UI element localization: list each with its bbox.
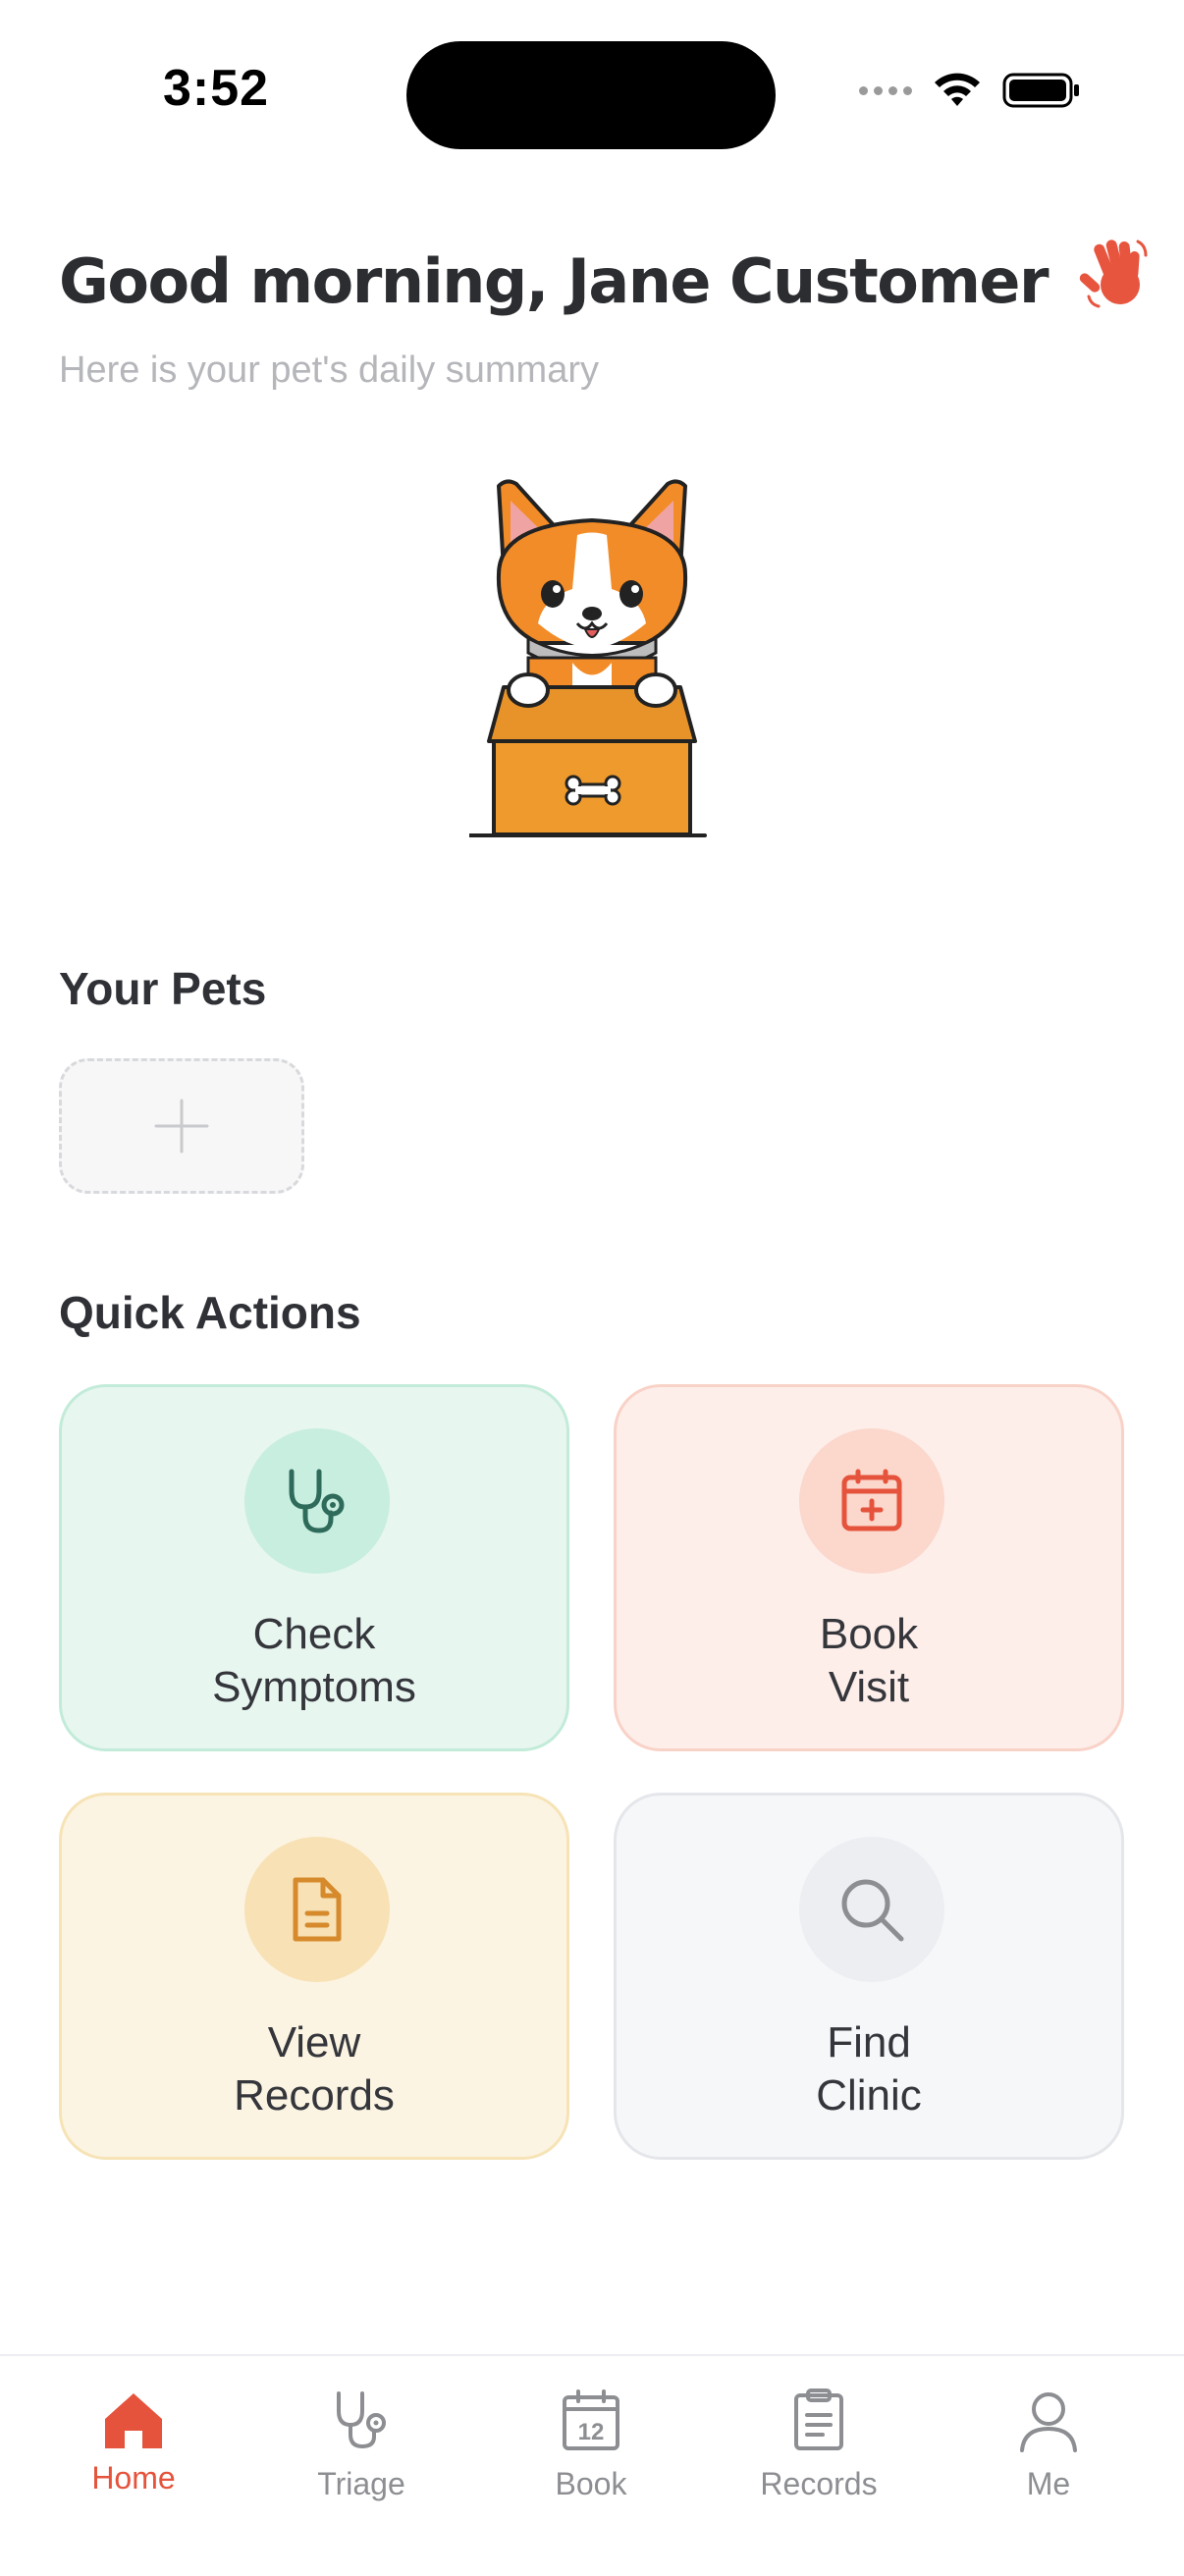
calendar-icon: 12: [563, 2389, 619, 2450]
check-symptoms-card[interactable]: Check Symptoms: [59, 1384, 569, 1751]
stethoscope-icon: [289, 1469, 345, 1533]
status-icons: [859, 71, 1081, 110]
book-visit-icon-circle: [799, 1428, 944, 1574]
tab-home-label: Home: [91, 2460, 176, 2496]
svg-text:12: 12: [578, 2419, 605, 2445]
book-visit-label: Book Visit: [819, 1610, 919, 1711]
home-icon: [105, 2393, 162, 2448]
plus-icon: [154, 1099, 209, 1154]
wifi-icon: [935, 73, 980, 106]
view-records-label: View Records: [234, 2018, 395, 2120]
greeting: Good morning, Jane Customer: [59, 239, 1156, 317]
clipboard-icon: [794, 2388, 843, 2450]
battery-icon: [1002, 73, 1079, 108]
tab-triage-label: Triage: [317, 2466, 405, 2501]
status-bar: 3:52: [0, 0, 1184, 187]
stethoscope-icon: [337, 2391, 386, 2448]
tab-triage[interactable]: Triage: [263, 2386, 459, 2523]
tab-records-label: Records: [760, 2466, 878, 2501]
your-pets-title: Your Pets: [59, 963, 267, 1014]
tab-home[interactable]: Home: [35, 2386, 232, 2523]
tab-book-label: Book: [555, 2466, 627, 2501]
person-icon: [1020, 2392, 1077, 2452]
quick-actions-title: Quick Actions: [59, 1287, 361, 1338]
tab-me[interactable]: Me: [950, 2386, 1147, 2523]
document-icon: [293, 1877, 342, 1942]
view-records-card[interactable]: View Records: [59, 1793, 569, 2160]
tab-book[interactable]: 12 Book: [493, 2386, 689, 2523]
search-icon: [841, 1879, 904, 1942]
tab-me-label: Me: [1026, 2466, 1071, 2501]
find-clinic-card[interactable]: Find Clinic: [614, 1793, 1124, 2160]
add-pet-button[interactable]: [59, 1058, 304, 1194]
check-symptoms-icon-circle: [244, 1428, 390, 1574]
find-clinic-label: Find Clinic: [816, 2018, 922, 2120]
cellular-signal-icon: [859, 85, 912, 95]
corgi-mascot-illustration: [469, 479, 707, 837]
dynamic-island: [406, 41, 776, 149]
check-symptoms-label: Check Symptoms: [212, 1610, 416, 1711]
calendar-plus-icon: [841, 1469, 902, 1531]
view-records-icon-circle: [244, 1837, 390, 1982]
bottom-tab-bar: Home Triage 12 Book Records Me: [0, 2354, 1184, 2576]
tab-records[interactable]: Records: [721, 2386, 917, 2523]
greeting-subtitle: Here is your pet's daily summary: [59, 349, 599, 391]
book-visit-card[interactable]: Book Visit: [614, 1384, 1124, 1751]
status-time: 3:52: [163, 60, 270, 117]
waving-hand-icon: [1079, 239, 1148, 307]
find-clinic-icon-circle: [799, 1837, 944, 1982]
greeting-title: Good morning, Jane Customer: [59, 245, 1049, 317]
